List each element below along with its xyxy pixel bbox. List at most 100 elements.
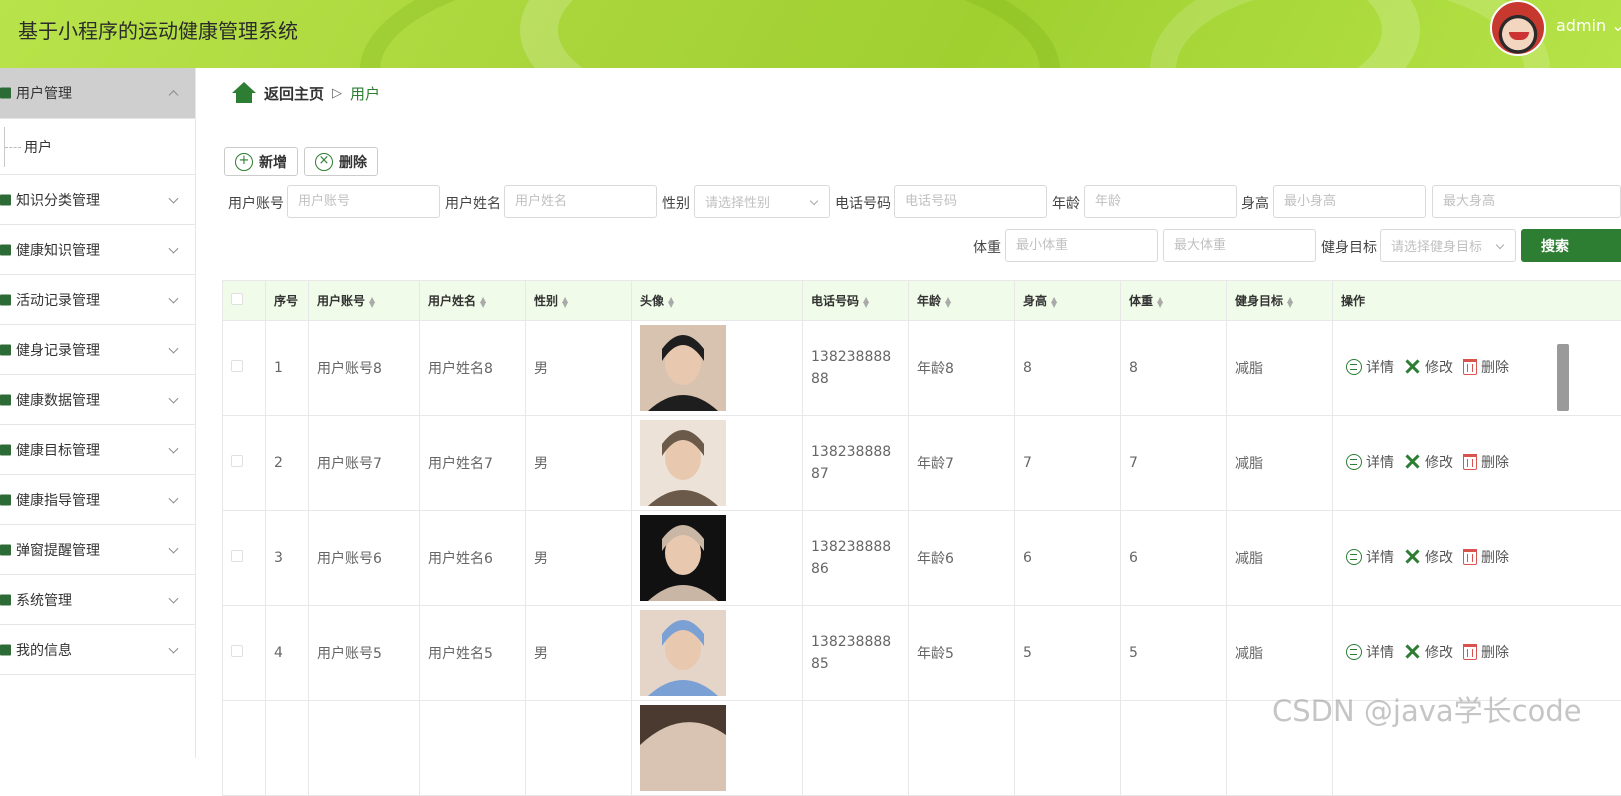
weight-max-input[interactable] [1163, 229, 1316, 262]
user-photo[interactable] [640, 515, 726, 601]
user-photo[interactable] [640, 705, 726, 791]
detail-button[interactable]: 详情 [1346, 547, 1394, 567]
user-photo[interactable] [640, 325, 726, 411]
edit-button[interactable]: 修改 [1404, 452, 1453, 472]
cell-gender: 男 [526, 511, 632, 606]
detail-button[interactable]: 详情 [1346, 642, 1394, 662]
sidebar-item-health-data[interactable]: 健康数据管理 [0, 375, 195, 425]
home-icon[interactable] [232, 82, 256, 104]
sidebar-subitem-user[interactable]: 用户 [0, 119, 195, 175]
select-all-checkbox[interactable] [231, 293, 243, 305]
sidebar-item-activity-records[interactable]: 活动记录管理 [0, 275, 195, 325]
column-header-name[interactable]: 用户姓名▲▼ [420, 281, 526, 321]
trash-icon [1463, 359, 1477, 375]
sidebar-item-user-management[interactable]: 用户管理 [0, 68, 195, 119]
plus-circle-icon: + [235, 153, 253, 171]
chevron-down-icon [169, 543, 179, 553]
row-checkbox-cell[interactable] [223, 511, 266, 606]
user-photo[interactable] [640, 420, 726, 506]
search-button[interactable]: 搜索 [1521, 229, 1621, 262]
chevron-down-icon [169, 193, 179, 203]
breadcrumb-home[interactable]: 返回主页 [264, 83, 324, 104]
column-header-age[interactable]: 年龄▲▼ [909, 281, 1015, 321]
cell-height: 7 [1015, 416, 1121, 511]
scrollbar-thumb[interactable] [1557, 344, 1569, 411]
cell-goal: 减脂 [1227, 416, 1333, 511]
phone-filter-input[interactable] [894, 185, 1047, 218]
row-checkbox-cell[interactable] [223, 416, 266, 511]
row-delete-button[interactable]: 删除 [1463, 452, 1509, 472]
sidebar-item-popup-reminders[interactable]: 弹窗提醒管理 [0, 525, 195, 575]
row-checkbox-cell[interactable] [223, 606, 266, 701]
table-cell [266, 701, 309, 796]
sidebar-item-knowledge-category[interactable]: 知识分类管理 [0, 175, 195, 225]
sort-icon[interactable]: ▲▼ [945, 297, 951, 307]
row-checkbox-cell[interactable] [223, 701, 266, 796]
sidebar-item-health-guidance[interactable]: 健康指导管理 [0, 475, 195, 525]
sort-icon[interactable]: ▲▼ [562, 297, 568, 307]
weight-min-input[interactable] [1005, 229, 1158, 262]
sidebar-item-health-goals[interactable]: 健康目标管理 [0, 425, 195, 475]
column-header-gender[interactable]: 性别▲▼ [526, 281, 632, 321]
sort-icon[interactable]: ▲▼ [863, 297, 869, 307]
sort-icon[interactable]: ▲▼ [1051, 297, 1057, 307]
detail-icon [1346, 359, 1362, 375]
row-checkbox[interactable] [231, 550, 243, 562]
select-all-cell[interactable] [223, 281, 266, 321]
row-delete-button[interactable]: 删除 [1463, 547, 1509, 567]
detail-button[interactable]: 详情 [1346, 357, 1394, 377]
row-checkbox[interactable] [231, 455, 243, 467]
cell-goal: 减脂 [1227, 606, 1333, 701]
detail-button[interactable]: 详情 [1346, 452, 1394, 472]
row-delete-button[interactable]: 删除 [1463, 642, 1509, 662]
column-header-goal[interactable]: 健身目标▲▼ [1227, 281, 1333, 321]
row-delete-button[interactable]: 删除 [1463, 357, 1509, 377]
row-checkbox[interactable] [231, 645, 243, 657]
table-row: 4用户账号5用户姓名5男13823888885年龄555减脂详情修改删除 [223, 606, 1621, 701]
add-button[interactable]: + 新增 [224, 147, 298, 176]
cell-phone: 13823888888 [803, 321, 909, 416]
column-header-phone[interactable]: 电话号码▲▼ [803, 281, 909, 321]
person-icon [0, 594, 11, 605]
height-min-input[interactable] [1273, 185, 1426, 218]
column-header-weight[interactable]: 体重▲▼ [1121, 281, 1227, 321]
weight-filter-label: 体重 [973, 237, 1001, 257]
row-checkbox-cell[interactable] [223, 321, 266, 416]
grid-icon [0, 544, 11, 555]
edit-button[interactable]: 修改 [1404, 547, 1453, 567]
sidebar-item-health-knowledge[interactable]: 健康知识管理 [0, 225, 195, 275]
cell-phone: 13823888885 [803, 606, 909, 701]
sort-icon[interactable]: ▲▼ [480, 297, 486, 307]
name-filter-input[interactable] [504, 185, 657, 218]
delete-label: 删除 [1481, 547, 1509, 567]
avatar[interactable] [1490, 0, 1546, 56]
edit-button[interactable]: 修改 [1404, 642, 1453, 662]
user-menu[interactable]: admin ⌄ [1556, 16, 1621, 35]
delete-button[interactable]: × 删除 [304, 147, 378, 176]
sort-icon[interactable]: ▲▼ [369, 297, 375, 307]
sliders-icon [0, 294, 11, 305]
goal-filter-select[interactable]: 请选择健身目标 [1380, 229, 1516, 262]
row-checkbox[interactable] [231, 360, 243, 372]
add-button-label: 新增 [259, 152, 287, 172]
column-header-account[interactable]: 用户账号▲▼ [309, 281, 420, 321]
sort-icon[interactable]: ▲▼ [1157, 297, 1163, 307]
name-filter-label: 用户姓名 [445, 193, 501, 213]
height-max-input[interactable] [1432, 185, 1621, 218]
gender-filter-select[interactable]: 请选择性别 [694, 185, 830, 218]
sort-icon[interactable]: ▲▼ [668, 297, 674, 307]
sidebar-item-system[interactable]: 系统管理 [0, 575, 195, 625]
sidebar-item-fitness-records[interactable]: 健身记录管理 [0, 325, 195, 375]
detail-label: 详情 [1366, 547, 1394, 567]
cell-actions: 详情修改删除 [1333, 416, 1621, 511]
sort-icon[interactable]: ▲▼ [1287, 297, 1293, 307]
account-filter-input[interactable] [287, 185, 440, 218]
table-cell [803, 701, 909, 796]
user-photo[interactable] [640, 610, 726, 696]
sidebar: 用户管理 用户 知识分类管理 健康知识管理 活动记录管理 健身记录管理 健康数据… [0, 68, 196, 758]
column-header-height[interactable]: 身高▲▼ [1015, 281, 1121, 321]
sidebar-item-my-info[interactable]: 我的信息 [0, 625, 195, 675]
edit-button[interactable]: 修改 [1404, 357, 1453, 377]
column-header-avatar[interactable]: 头像▲▼ [632, 281, 803, 321]
age-filter-input[interactable] [1084, 185, 1237, 218]
